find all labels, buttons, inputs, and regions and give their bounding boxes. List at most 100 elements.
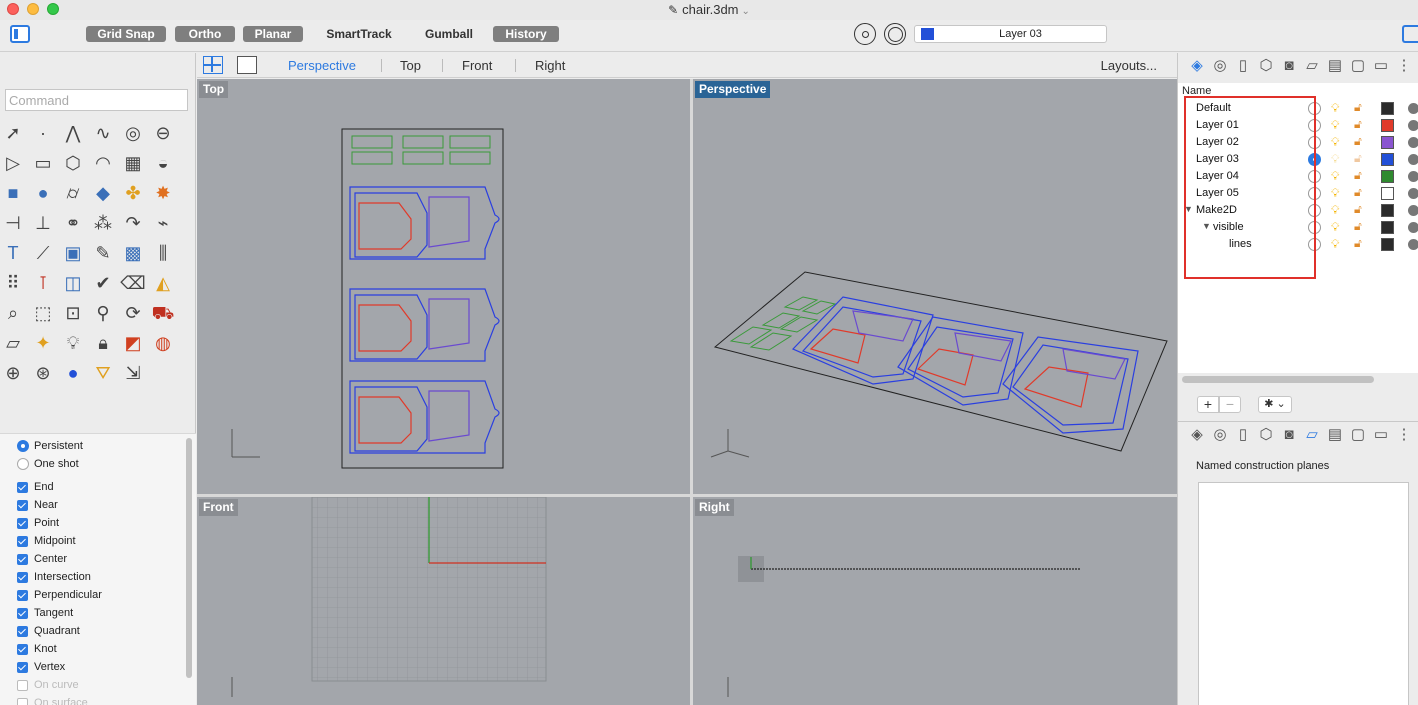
material-icon[interactable] [1408,120,1418,131]
planar-button[interactable]: Planar [243,26,303,42]
check-icon[interactable]: ✔ [90,271,116,295]
blend-icon[interactable]: ⌁ [150,211,176,235]
remove-layer-button[interactable]: − [1219,396,1241,413]
zoom-icon[interactable]: ⌕ [0,301,26,325]
puzzle-icon[interactable]: ✤ [120,181,146,205]
zoom-window-icon[interactable]: ⬚ [30,301,56,325]
lock-open-icon[interactable]: 🔓︎ [1354,134,1362,149]
document-icon[interactable]: ▯ [1234,426,1252,444]
layer-color-swatch[interactable] [1381,204,1394,217]
material-icon[interactable] [1408,188,1418,199]
sweep-icon[interactable]: ◒ [150,151,176,175]
bulb-icon[interactable]: 💡︎ [1331,152,1339,167]
tab-right[interactable]: Right [535,58,565,73]
tab-top[interactable]: Top [400,58,421,73]
lock-open-icon[interactable]: 🔓︎ [1354,219,1362,234]
surface-icon[interactable]: ▦ [120,151,146,175]
bulb-icon[interactable]: 💡︎ [1331,203,1339,218]
layer-color-swatch[interactable] [1381,187,1394,200]
osnap-midpoint-checkbox[interactable]: Midpoint [17,533,76,549]
flag-icon[interactable]: ⛛ [90,361,116,385]
bulb-icon[interactable]: 💡︎ [60,331,86,355]
lock-open-icon[interactable]: 🔓︎ [1354,185,1362,200]
rendered-icon[interactable]: ● [60,361,86,385]
current-layer-radio[interactable] [1308,102,1321,115]
osnap-center-checkbox[interactable]: Center [17,551,67,567]
layer-row-lines[interactable]: lines 💡︎ 🔓︎ [1178,236,1418,253]
right-panel-toggle-icon[interactable] [1402,25,1418,43]
tab-perspective[interactable]: Perspective [288,58,356,73]
rotate-view-icon[interactable]: ⟳ [120,301,146,325]
current-layer-radio[interactable] [1308,119,1321,132]
osnap-quadrant-checkbox[interactable]: Quadrant [17,623,80,639]
osnap-end-checkbox[interactable]: End [17,479,54,495]
layer-row-layer-03[interactable]: Layer 03 💡︎ 🔓︎ [1178,151,1418,168]
paint-icon[interactable]: ◭ [150,271,176,295]
grid-plane-icon[interactable]: ▱ [1303,57,1321,75]
object-icon[interactable]: ⬡ [1257,57,1275,75]
lights-icon[interactable]: ✦ [30,331,56,355]
lock-open-icon[interactable]: 🔓︎ [1354,168,1362,183]
grid-icon[interactable]: ⠿ [0,271,26,295]
section-icon[interactable]: ◩ [120,331,146,355]
disclosure-triangle-icon[interactable]: ▼ [1184,204,1193,214]
front-viewport-label[interactable]: Front [199,499,238,516]
right-viewport[interactable]: Right [693,497,1177,705]
notes-icon[interactable]: ▤ [1326,426,1344,444]
bulb-icon[interactable]: 💡︎ [1331,186,1339,201]
extend-icon[interactable]: ⊣ [0,211,26,235]
sphere-icon[interactable]: ● [30,181,56,205]
explode-icon[interactable]: ✸ [150,181,176,205]
osnap-knot-checkbox[interactable]: Knot [17,641,57,657]
document-icon[interactable]: ▯ [1234,57,1252,75]
object-icon[interactable]: ⬡ [1257,426,1275,444]
layers-icon[interactable]: ◈ [1188,426,1206,444]
cplane-icon[interactable]: ▱ [0,331,26,355]
array-icon[interactable]: ▣ [60,241,86,265]
material-icon[interactable] [1408,137,1418,148]
hexagon-icon[interactable]: ⬡ [60,151,86,175]
box-icon[interactable]: ■ [0,181,26,205]
text-icon[interactable]: T [0,241,26,265]
front-viewport[interactable]: Front [197,497,690,705]
layer-color-swatch[interactable] [1381,170,1394,183]
fillet-icon[interactable]: ↷ [120,211,146,235]
current-layer-radio[interactable] [1308,170,1321,183]
material-icon[interactable] [1408,239,1418,250]
add-layer-button[interactable]: + [1197,396,1219,413]
arc-icon[interactable]: ◠ [90,151,116,175]
bulb-icon[interactable]: 💡︎ [1331,237,1339,252]
osnap-vertex-checkbox[interactable]: Vertex [17,659,65,675]
dimension-icon[interactable]: ⟋ [30,241,56,265]
lock-open-icon[interactable]: 🔓︎ [1354,202,1362,217]
layer-row-make2d[interactable]: ▼ Make2D 💡︎ 🔓︎ [1178,202,1418,219]
perspective-viewport-label[interactable]: Perspective [695,81,771,98]
osnap-intersection-checkbox[interactable]: Intersection [17,569,91,585]
layer-color-swatch[interactable] [1381,221,1394,234]
edit-icon[interactable]: ✎ [90,241,116,265]
layer-color-swatch[interactable] [1381,238,1394,251]
osnap-on-surface-checkbox[interactable]: On surface [17,695,88,705]
top-viewport-label[interactable]: Top [199,81,229,98]
layout-icon[interactable]: ▢ [1349,57,1367,75]
document-title[interactable]: ✎ chair.3dm ⌄ [0,2,1418,17]
one-shot-radio[interactable]: One shot [17,456,79,472]
lock-open-icon[interactable]: 🔓︎ [1354,151,1362,166]
current-layer-radio[interactable] [1308,221,1321,234]
camera-icon[interactable]: ◙ [1280,57,1298,75]
top-viewport[interactable]: Top [197,79,690,494]
bulb-icon[interactable]: 💡︎ [1331,169,1339,184]
target-icon[interactable] [884,23,906,45]
layout-icon[interactable]: ▢ [1349,426,1367,444]
display-icon[interactable]: ◎ [1211,426,1229,444]
transform-icon[interactable]: ⇲ [120,361,146,385]
group-icon[interactable]: ⁂ [90,211,116,235]
current-layer-radio[interactable] [1308,153,1321,166]
cylinder-icon[interactable]: ⌭ [60,181,86,205]
osnap-scrollbar[interactable] [186,438,192,678]
point-icon[interactable]: · [30,121,56,145]
perspective-viewport[interactable]: Perspective [693,79,1177,494]
monitor-icon[interactable]: ▭ [1372,426,1390,444]
select-icon[interactable]: ➚ [0,121,26,145]
layer-color-swatch[interactable] [1381,102,1394,115]
